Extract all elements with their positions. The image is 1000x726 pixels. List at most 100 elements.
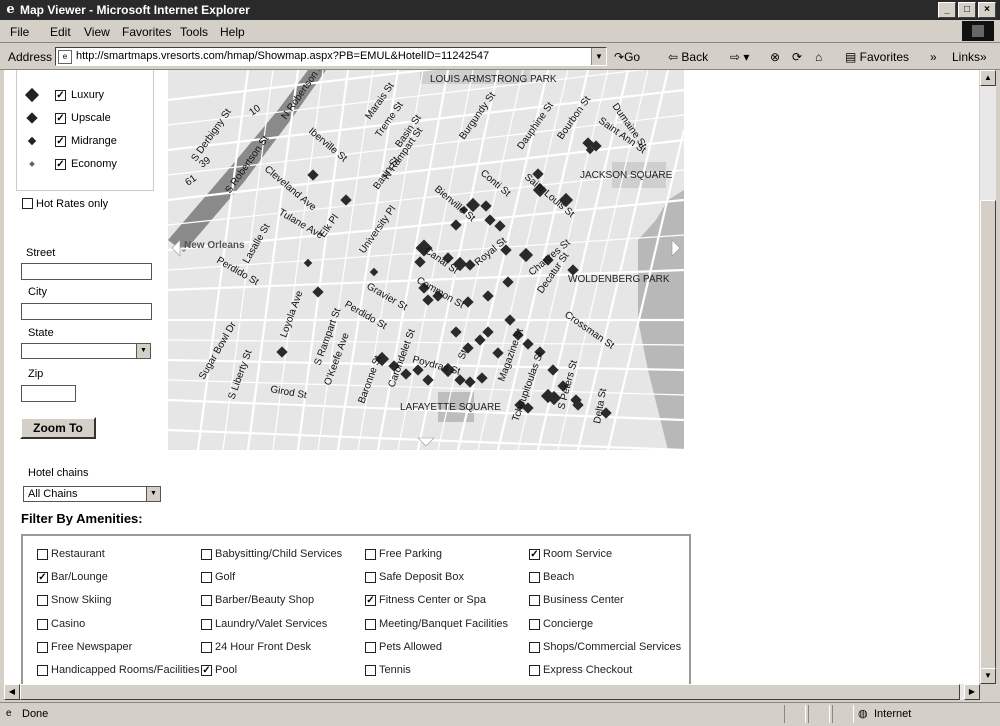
amenity-label: Tennis bbox=[379, 664, 411, 676]
hotel-chains-label: Hotel chains bbox=[28, 467, 89, 479]
amenity-checkbox[interactable] bbox=[201, 549, 212, 560]
amenity-checkbox[interactable] bbox=[201, 572, 212, 584]
upscale-checkbox[interactable]: ✓ bbox=[55, 113, 66, 124]
scroll-up-icon[interactable]: ▲ bbox=[980, 70, 996, 86]
forward-button[interactable]: ⇨ ▾ bbox=[730, 50, 749, 64]
chains-dropdown-icon[interactable]: ▼ bbox=[146, 487, 160, 501]
amenity-checkbox[interactable] bbox=[37, 595, 48, 607]
amenities-filter-box: Restaurant Babysitting/Child Services Free… bbox=[21, 534, 691, 684]
scroll-down-icon[interactable]: ▼ bbox=[980, 668, 996, 684]
amenity-checkbox[interactable]: ✓ bbox=[365, 595, 376, 607]
midrange-label: Midrange bbox=[71, 135, 117, 147]
state-select[interactable]: ▼ bbox=[21, 343, 151, 359]
street-input[interactable] bbox=[21, 263, 152, 280]
amenity-checkbox[interactable] bbox=[529, 665, 540, 676]
menu-edit[interactable]: Edit bbox=[50, 25, 71, 39]
amenity-checkbox[interactable] bbox=[365, 665, 376, 676]
back-arrow-icon: ⇦ bbox=[668, 50, 682, 64]
internet-globe-icon: ◍ bbox=[858, 708, 868, 720]
address-dropdown-icon[interactable]: ▼ bbox=[591, 48, 606, 65]
refresh-icon[interactable]: ⟳ bbox=[792, 50, 802, 64]
amenity-checkbox[interactable] bbox=[529, 572, 540, 584]
amenity-label: Fitness Center or Spa bbox=[379, 594, 486, 607]
more-chevron-icon[interactable]: » bbox=[930, 50, 937, 64]
zoom-to-button[interactable]: Zoom To bbox=[20, 417, 96, 439]
amenity-checkbox[interactable]: ✓ bbox=[201, 665, 212, 676]
hotel-map[interactable]: LOUIS ARMSTRONG PARK JACKSON SQUARE WOLD… bbox=[168, 70, 684, 450]
menu-favorites[interactable]: Favorites bbox=[122, 25, 171, 39]
map-place-label: LAFAYETTE SQUARE bbox=[400, 402, 501, 413]
favorites-button[interactable]: ▤ Favorites bbox=[845, 50, 909, 64]
hot-rates-checkbox[interactable] bbox=[22, 198, 33, 209]
menu-bar: File Edit View Favorites Tools Help bbox=[0, 20, 1000, 43]
zip-input[interactable] bbox=[21, 385, 76, 402]
amenity-checkbox[interactable]: ✓ bbox=[529, 549, 540, 560]
amenity-checkbox[interactable] bbox=[37, 618, 48, 630]
state-dropdown-icon[interactable]: ▼ bbox=[136, 344, 150, 358]
stop-icon[interactable]: ⊗ bbox=[770, 50, 780, 64]
horizontal-scroll-thumb[interactable] bbox=[20, 684, 960, 700]
amenity-checkbox[interactable] bbox=[37, 665, 48, 676]
luxury-checkbox[interactable]: ✓ bbox=[55, 90, 66, 101]
address-input[interactable]: e http://smartmaps.vresorts.com/hmap/Sho… bbox=[55, 47, 607, 66]
upscale-diamond-icon bbox=[26, 112, 38, 124]
favorites-label: Favorites bbox=[859, 50, 910, 64]
map-place-label: JACKSON SQUARE bbox=[580, 170, 673, 181]
scroll-right-icon[interactable]: ▶ bbox=[964, 684, 980, 700]
maximize-button[interactable]: □ bbox=[958, 2, 976, 18]
filter-amenities-title: Filter By Amenities: bbox=[21, 511, 143, 526]
amenity-checkbox[interactable] bbox=[365, 572, 376, 584]
links-chevron-icon[interactable]: » bbox=[980, 50, 987, 64]
address-url[interactable]: http://smartmaps.vresorts.com/hmap/Showm… bbox=[76, 50, 489, 62]
address-bar: Address e http://smartmaps.vresorts.com/… bbox=[0, 43, 1000, 70]
amenity-checkbox[interactable]: ✓ bbox=[37, 572, 48, 584]
home-icon[interactable]: ⌂ bbox=[815, 50, 822, 64]
amenity-checkbox[interactable] bbox=[365, 618, 376, 630]
amenity-checkbox[interactable] bbox=[201, 641, 212, 653]
economy-diamond-icon bbox=[29, 161, 35, 167]
amenity-checkbox[interactable] bbox=[37, 641, 48, 653]
back-label: Back bbox=[681, 50, 709, 64]
luxury-diamond-icon bbox=[24, 87, 40, 103]
close-button[interactable]: × bbox=[978, 2, 996, 18]
menu-file[interactable]: File bbox=[10, 25, 29, 39]
city-input[interactable] bbox=[21, 303, 152, 320]
amenity-checkbox[interactable] bbox=[529, 641, 540, 653]
menu-view[interactable]: View bbox=[84, 25, 110, 39]
vertical-scrollbar[interactable]: ▲ ▼ bbox=[980, 70, 996, 684]
menu-tools[interactable]: Tools bbox=[180, 25, 208, 39]
amenity-label: Barber/Beauty Shop bbox=[215, 594, 315, 607]
hotel-chains-select[interactable]: All Chains ▼ bbox=[23, 486, 161, 502]
minimize-button[interactable]: _ bbox=[938, 2, 956, 18]
amenity-checkbox[interactable] bbox=[365, 549, 376, 560]
midrange-checkbox[interactable]: ✓ bbox=[55, 136, 66, 147]
go-button[interactable]: ↷Go bbox=[614, 50, 640, 64]
amenity-label: Free Parking bbox=[379, 548, 442, 560]
back-button[interactable]: ⇦ Back bbox=[668, 50, 708, 64]
scroll-left-icon[interactable]: ◀ bbox=[4, 684, 20, 700]
map-place-label: WOLDENBERG PARK bbox=[568, 274, 670, 285]
amenity-label: Safe Deposit Box bbox=[379, 571, 464, 584]
amenity-label: Bar/Lounge bbox=[51, 571, 108, 584]
links-button[interactable]: Links bbox=[952, 50, 980, 64]
amenity-checkbox[interactable] bbox=[201, 618, 212, 630]
amenity-checkbox[interactable] bbox=[201, 595, 212, 607]
horizontal-scrollbar[interactable]: ◀ ▶ bbox=[4, 684, 980, 700]
map-place-label: LOUIS ARMSTRONG PARK bbox=[430, 74, 557, 85]
amenity-checkbox[interactable] bbox=[365, 641, 376, 653]
page-status-icon: e bbox=[6, 708, 12, 719]
amenity-label: Pets Allowed bbox=[379, 640, 442, 653]
amenity-checkbox[interactable] bbox=[37, 549, 48, 560]
amenity-label: Free Newspaper bbox=[51, 640, 133, 653]
economy-checkbox[interactable]: ✓ bbox=[55, 159, 66, 170]
amenity-checkbox[interactable] bbox=[529, 618, 540, 630]
amenity-label: Concierge bbox=[543, 617, 594, 630]
hot-rates-label: Hot Rates only bbox=[36, 198, 109, 210]
vertical-scroll-thumb[interactable] bbox=[980, 200, 996, 670]
amenity-label: Express Checkout bbox=[543, 664, 633, 676]
menu-help[interactable]: Help bbox=[220, 25, 245, 39]
map-place-label: New Orleans bbox=[184, 240, 245, 251]
amenity-checkbox[interactable] bbox=[529, 595, 540, 607]
economy-label: Economy bbox=[71, 158, 117, 170]
status-text: Done bbox=[22, 708, 49, 720]
